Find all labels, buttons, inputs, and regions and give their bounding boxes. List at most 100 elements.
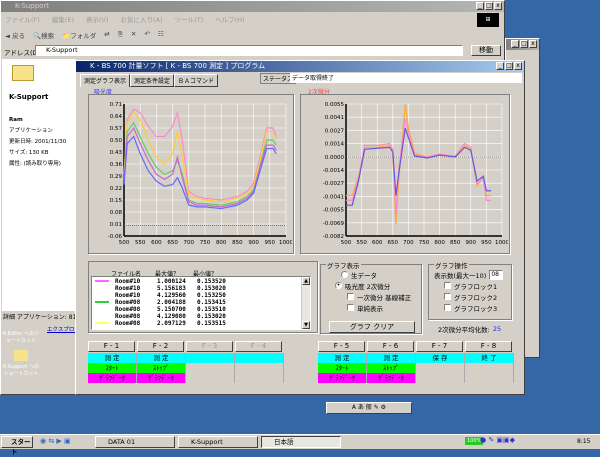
function-label: 測 定 — [137, 353, 186, 363]
function-label — [416, 373, 465, 383]
address-input[interactable]: K-Support — [35, 45, 463, 56]
function-label — [416, 363, 465, 373]
status-field: データ取得終了 — [290, 73, 522, 83]
list-item[interactable]: Room#10 1.000124 0.153520 — [92, 278, 310, 285]
app-titlebar[interactable]: K - BS 700 計量ソフト [ K - BS 700 測定 ] プログラム… — [76, 61, 524, 72]
menu-file[interactable]: ファイル(F) — [5, 14, 40, 24]
function-label: 終 了 — [465, 353, 514, 363]
detail-type: アプリケーション — [9, 128, 53, 134]
start-button[interactable]: スタート — [1, 436, 33, 456]
search-button[interactable]: 🔍検索 — [33, 30, 54, 40]
minimize-icon[interactable]: _ — [476, 2, 484, 10]
menu-favorites[interactable]: お気に入り(A) — [121, 14, 163, 24]
function-key-button[interactable]: F - 5 — [318, 341, 365, 352]
tab-conditions[interactable]: 測定条件設定 — [130, 74, 175, 87]
list-item[interactable]: Room#10 4.129560 0.153250 — [92, 292, 310, 299]
function-label: ｽﾄｯﾌﾟ — [367, 363, 416, 373]
list-item[interactable]: Room#08 2.004188 0.153415 — [92, 299, 310, 306]
folders-button[interactable]: 📁フォルダ — [62, 30, 96, 40]
function-key-button[interactable]: F - 4 — [235, 341, 282, 352]
series-color-marker — [95, 287, 109, 289]
min-value: 0.153020 — [197, 313, 226, 320]
maximize-icon[interactable]: □ — [485, 2, 493, 10]
graph-ops-group: グラフ操作 表示数(最大一10) 08 グラフロック1 グラフロック2 グラフロッ… — [428, 260, 512, 320]
function-key-button[interactable]: F - 8 — [465, 341, 512, 352]
x-tick-label: 850 — [232, 240, 243, 246]
graph-display-group: グラフ表示 生データ • 吸光度 2次微分 一次微分 基線補正 単純表示 グラフ … — [320, 260, 422, 334]
function-key-button[interactable]: F - 1 — [88, 341, 135, 352]
task-data01[interactable]: DATA 01 — [95, 436, 175, 448]
move-icon[interactable]: ⇄ — [104, 30, 109, 40]
first-deriv-checkbox[interactable]: 一次微分 基線補正 — [347, 291, 421, 302]
quick-launch[interactable]: ◉ ⇆ ▶ ▣ — [40, 437, 71, 445]
function-key-button[interactable]: F - 6 — [367, 341, 414, 352]
series-color-marker — [95, 315, 109, 317]
tab-ba-command[interactable]: ＢＡコマンド — [174, 74, 219, 87]
y-tick-label: -0.0041 — [323, 194, 344, 200]
list-item[interactable]: Room#08 5.150700 0.153510 — [92, 306, 310, 313]
graph-clear-button[interactable]: グラフ クリア — [329, 321, 415, 333]
max-value: 5.156183 — [157, 285, 186, 292]
close-icon[interactable]: x — [494, 2, 502, 10]
y-tick-label: -0.0014 — [323, 168, 345, 174]
y-tick-label: -0.0069 — [323, 221, 345, 227]
function-label — [186, 353, 235, 363]
x-tick-label: 550 — [356, 240, 367, 246]
x-tick-label: 800 — [216, 240, 227, 246]
tab-graph[interactable]: 測定グラフ表示 — [80, 74, 131, 87]
explorer-titlebar[interactable]: K-Support _ □ x — [1, 1, 504, 12]
x-tick-label: 650 — [388, 240, 399, 246]
undo-icon[interactable]: ↶ — [144, 30, 149, 40]
minimize-icon[interactable]: _ — [496, 62, 504, 70]
file-listbox[interactable]: Room#10 1.000124 0.153520 Room#10 5.156183 0.… — [91, 276, 311, 330]
back-button[interactable]: ◄ 戻る — [5, 30, 25, 40]
x-tick-label: 900 — [248, 240, 259, 246]
x-tick-label: 600 — [151, 240, 162, 246]
menu-edit[interactable]: 編集(E) — [52, 14, 74, 24]
graph-lock-2-checkbox[interactable]: グラフロック2 — [444, 291, 511, 302]
max-value: 5.150700 — [157, 306, 186, 313]
file-name: Room#10 — [115, 292, 141, 299]
absorbance-radio[interactable]: • 吸光度 2次微分 — [335, 280, 421, 291]
graph-lock-1-checkbox[interactable]: グラフロック1 — [444, 280, 511, 291]
raw-data-radio[interactable]: 生データ — [341, 269, 421, 280]
function-key-button[interactable]: F - 2 — [137, 341, 184, 352]
folder-icon — [12, 65, 34, 81]
close-icon[interactable]: x — [514, 62, 522, 70]
desktop-icon[interactable]: K-Support へのショートカット — [2, 350, 40, 377]
detail-name: Ram — [9, 117, 23, 123]
maximize-icon[interactable]: □ — [505, 62, 513, 70]
ime-bar[interactable]: A あ 般 ✎ ⚙ — [326, 402, 412, 414]
list-item[interactable]: Room#10 5.156183 0.153020 — [92, 285, 310, 292]
delete-icon[interactable]: ✕ — [131, 30, 136, 40]
function-label: ｽﾀｰﾄ — [88, 363, 137, 373]
task-ksupport[interactable]: K-Support — [178, 436, 258, 448]
list-item[interactable]: Room#08 2.097129 0.153515 — [92, 320, 310, 327]
x-tick-label: 650 — [167, 240, 178, 246]
count-input[interactable]: 08 — [489, 269, 504, 280]
views-icon[interactable]: ☷ — [158, 30, 164, 40]
min-value: 0.153250 — [197, 292, 226, 299]
function-label: 保 存 — [416, 353, 465, 363]
task-app[interactable]: 日本語 — [261, 436, 341, 448]
y-tick-label: 0.22 — [110, 186, 122, 192]
min-value: 0.153520 — [197, 278, 226, 285]
menu-tools[interactable]: ツール(T) — [175, 14, 204, 24]
copy-icon[interactable]: ⎘ — [118, 30, 123, 40]
function-key-button[interactable]: F - 3 — [186, 341, 233, 352]
menu-help[interactable]: ヘルプ(H) — [215, 14, 244, 24]
series-color-marker — [95, 280, 109, 282]
graph-lock-3-checkbox[interactable]: グラフロック3 — [444, 302, 511, 313]
function-label: ｽﾄｯﾌﾟ — [137, 363, 186, 373]
go-button[interactable]: 移動 — [471, 45, 501, 56]
x-tick-label: 950 — [481, 240, 492, 246]
list-scrollbar[interactable]: ▲ ▼ — [301, 277, 310, 329]
list-item[interactable]: Room#08 4.129080 0.153020 — [92, 313, 310, 320]
desktop-icon[interactable]: K-Editor へのショートカット — [2, 330, 40, 344]
y-tick-label: 0.71 — [110, 102, 122, 108]
menu-view[interactable]: 表示(V) — [86, 14, 109, 24]
max-value: 2.097129 — [157, 320, 186, 327]
simple-display-checkbox[interactable]: 単純表示 — [347, 302, 421, 313]
second-derivative-chart: 500 550 600 650 700 750 800 850 900 950 1000 0.0055… — [323, 102, 508, 246]
function-key-button[interactable]: F - 7 — [416, 341, 463, 352]
